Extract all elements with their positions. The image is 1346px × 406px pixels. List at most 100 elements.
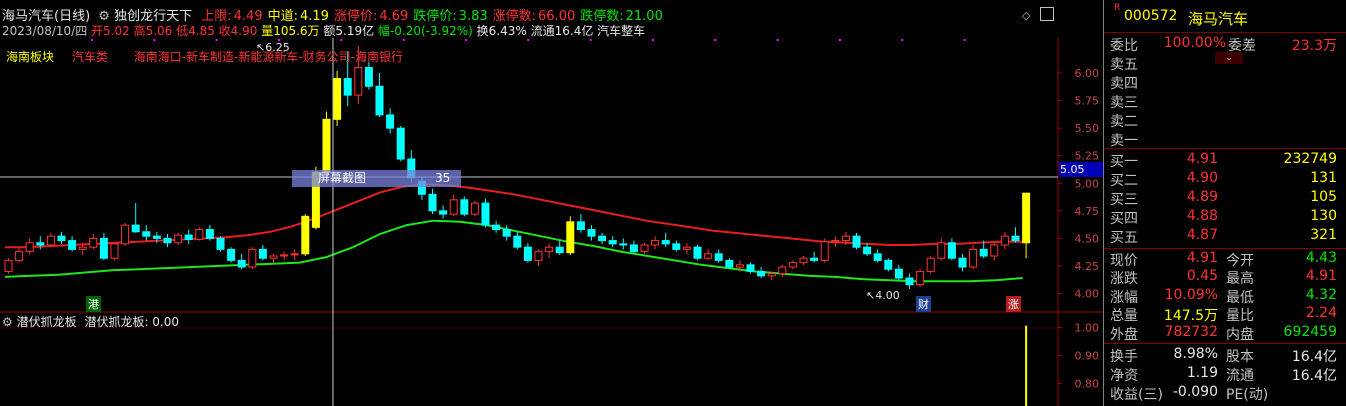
candle: [481, 198, 490, 228]
signal-dot: [838, 39, 841, 41]
candle-body: [386, 114, 395, 129]
bar-change: 幅-0.20(-3.92%): [377, 24, 473, 38]
signal-dot: [714, 39, 717, 41]
sell-row-1[interactable]: 卖一: [1108, 130, 1341, 149]
candles[interactable]: [4, 45, 1031, 290]
candle-body: [608, 240, 617, 245]
candle: [852, 232, 861, 250]
candle-body: [131, 224, 140, 233]
candle: [174, 232, 183, 245]
signal-dot: [963, 39, 966, 41]
sell-row-3[interactable]: 卖三: [1108, 92, 1341, 111]
candle-body: [57, 235, 66, 242]
candle: [4, 258, 13, 274]
stat-row-0[interactable]: 现价 4.91 今开 4.43: [1108, 250, 1341, 269]
candle: [513, 231, 522, 250]
buy-row-1[interactable]: 买一 4.91 232749: [1108, 151, 1341, 170]
expand-icon[interactable]: [1040, 7, 1054, 21]
candle-body: [587, 229, 596, 237]
candle-body: [555, 246, 564, 254]
stat-row-3[interactable]: 总量 147.5万 量比 2.24: [1108, 305, 1341, 324]
candle: [386, 108, 395, 134]
candle-body: [227, 248, 236, 261]
candle-body: [99, 237, 108, 259]
candle-body: [502, 229, 511, 237]
candle-body: [852, 235, 861, 248]
tag-industry[interactable]: 汽车类: [72, 50, 108, 64]
stat-row-4[interactable]: 外盘 782732 内盘 692459: [1108, 324, 1341, 343]
candle-body: [258, 248, 267, 259]
candle: [364, 62, 373, 90]
sell-row-5[interactable]: 卖五: [1108, 54, 1341, 73]
stat-row-2[interactable]: 涨幅 10.09% 最低 4.32: [1108, 287, 1341, 306]
stat-row-7[interactable]: 收益(三) -0.090 PE(动): [1108, 384, 1341, 403]
candle: [831, 236, 840, 248]
candle-body: [799, 257, 808, 264]
high-marker: ↖6.25: [256, 41, 290, 54]
candle-body: [195, 229, 204, 240]
candle-body: [841, 235, 850, 242]
candle-body: [470, 202, 479, 215]
candle-body: [333, 78, 342, 120]
candle-body: [905, 277, 914, 286]
diamond-icon[interactable]: ◇: [1022, 9, 1030, 22]
candle: [969, 244, 978, 270]
candle-body: [937, 242, 946, 259]
signal-dot: [527, 39, 530, 41]
stat-row-5[interactable]: 换手 8.98% 股本 16.4亿: [1108, 346, 1341, 365]
screenshot-tooltip[interactable]: 屏幕截图 35: [292, 170, 461, 187]
candle-body: [534, 251, 543, 261]
candle: [990, 242, 999, 261]
sub-indicator-name[interactable]: 潜伏抓龙板: [17, 315, 77, 329]
candle: [884, 258, 893, 272]
signal-dot: [464, 39, 467, 41]
candle-body: [449, 199, 458, 215]
candle-body: [735, 264, 744, 268]
price-tick-label: 4.00: [1075, 287, 1100, 300]
sell-row-4[interactable]: 卖四: [1108, 73, 1341, 92]
buy-row-4[interactable]: 买四 4.88 130: [1108, 208, 1341, 227]
candle: [248, 247, 257, 270]
candle-body: [598, 235, 607, 242]
badge-finance[interactable]: 财: [916, 296, 931, 312]
candle: [651, 236, 660, 250]
candle: [894, 264, 903, 281]
price-axis: 6.00 5.75 5.50 5.25 5.00 4.75 4.50 4.25 4.00: [1058, 67, 1099, 300]
candle: [195, 227, 204, 241]
tag-region[interactable]: 海南板块: [6, 50, 54, 64]
buy-row-5[interactable]: 买五 4.87 321: [1108, 227, 1341, 246]
price-tick-label: 5.00: [1075, 177, 1100, 190]
stat-row-1[interactable]: 涨跌 0.45 最高 4.91: [1108, 268, 1341, 287]
candle-body: [523, 246, 532, 261]
tooltip-value: 35: [435, 171, 451, 185]
buy-row-3[interactable]: 买三 4.89 105: [1108, 189, 1341, 208]
candle-body: [884, 259, 893, 270]
candle-body: [916, 270, 925, 286]
candle-body: [672, 243, 681, 250]
candle: [89, 233, 98, 250]
candle-body: [969, 248, 978, 268]
buy-row-2[interactable]: 买二 4.90 131: [1108, 170, 1341, 189]
sell-row-2[interactable]: 卖二: [1108, 111, 1341, 130]
badge-hk-connect[interactable]: 港: [86, 296, 101, 312]
candle-body: [576, 221, 585, 231]
signal-dot: [901, 39, 904, 41]
candle: [237, 253, 246, 270]
chart-frame: [0, 38, 1103, 406]
badge-limit-up[interactable]: 涨: [1006, 296, 1021, 312]
stat-row-6[interactable]: 净资 1.19 流通 16.4亿: [1108, 365, 1341, 384]
candle-body: [460, 199, 469, 215]
sub-tick-label: 0.90: [1075, 349, 1100, 362]
sub-gear-icon[interactable]: ⚙: [2, 315, 13, 329]
candle-body: [481, 202, 490, 226]
candle-body: [439, 210, 448, 215]
candle-body: [237, 259, 246, 268]
candle: [502, 225, 511, 241]
candle: [714, 249, 723, 263]
candle-body: [269, 255, 278, 259]
candle-body: [142, 231, 151, 237]
candle: [333, 70, 342, 126]
bar-amount: 额5.19亿: [323, 24, 375, 38]
candle: [470, 200, 479, 217]
candle-body: [629, 244, 638, 253]
